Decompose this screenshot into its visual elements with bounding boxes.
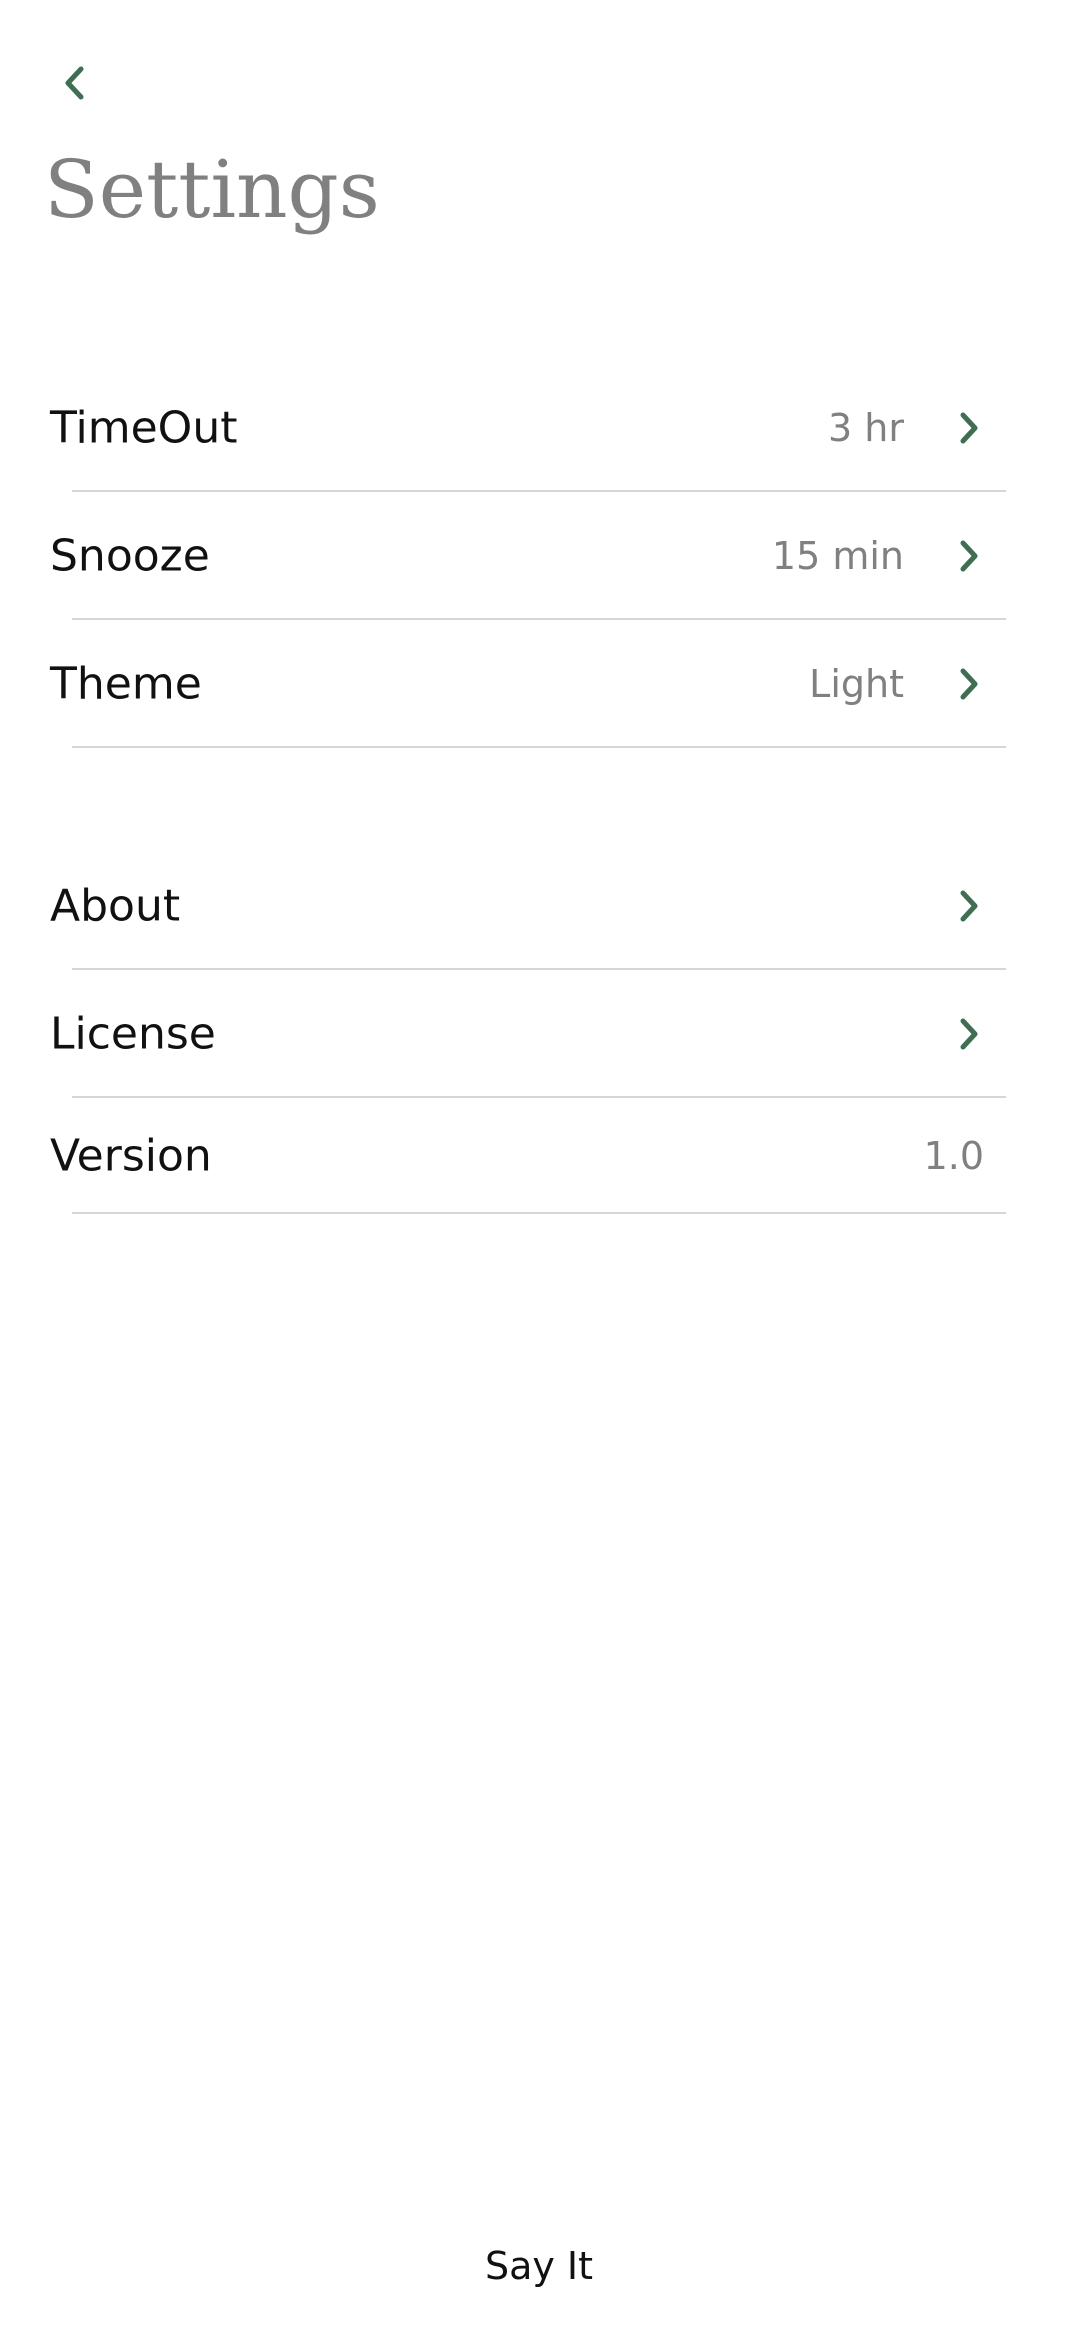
back-button[interactable] (50, 60, 100, 110)
setting-row-version: Version 1.0 (0, 1098, 1078, 1214)
chevron-right-icon (954, 886, 984, 926)
setting-row-license[interactable]: License (0, 970, 1078, 1098)
setting-label: TimeOut (50, 402, 238, 454)
page-title: Settings (44, 143, 380, 236)
version-value: 1.0 (923, 1134, 984, 1178)
setting-row-snooze[interactable]: Snooze 15 min (0, 492, 1078, 620)
setting-label: About (50, 880, 181, 932)
chevron-right-icon (954, 1014, 984, 1054)
general-settings-list: TimeOut 3 hr Snooze 15 min Theme Light (0, 364, 1078, 748)
setting-value: 15 min (771, 534, 904, 578)
chevron-right-icon (954, 408, 984, 448)
chevron-left-icon (63, 65, 87, 105)
chevron-right-icon (954, 664, 984, 704)
setting-row-about[interactable]: About (0, 842, 1078, 970)
setting-value: 3 hr (828, 406, 904, 450)
setting-label: Version (50, 1130, 212, 1182)
info-settings-list: About License Version 1.0 (0, 842, 1078, 1214)
setting-value: Light (809, 662, 904, 706)
app-name-label: Say It (484, 2244, 594, 2288)
divider (72, 1212, 1006, 1214)
setting-label: License (50, 1008, 216, 1060)
divider (72, 746, 1006, 748)
setting-label: Theme (50, 658, 202, 710)
chevron-right-icon (954, 536, 984, 576)
setting-label: Snooze (50, 530, 210, 582)
setting-row-timeout[interactable]: TimeOut 3 hr (0, 364, 1078, 492)
setting-row-theme[interactable]: Theme Light (0, 620, 1078, 748)
